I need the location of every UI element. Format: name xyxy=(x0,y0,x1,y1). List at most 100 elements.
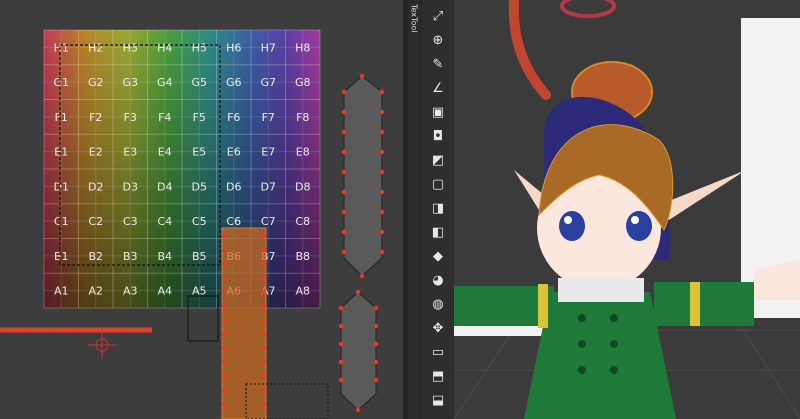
flat-cube-icon[interactable]: ⬒ xyxy=(428,366,448,386)
sphere-icon[interactable]: ◍ xyxy=(428,294,448,314)
uv-vertex[interactable] xyxy=(379,149,385,155)
uv-vertex[interactable] xyxy=(261,289,267,295)
cube-inset-icon[interactable]: ◘ xyxy=(428,126,448,146)
uv-vertex[interactable] xyxy=(379,229,385,235)
uv-vertex[interactable] xyxy=(221,359,227,365)
uv-vertex[interactable] xyxy=(341,229,347,235)
uv-vertex[interactable] xyxy=(25,327,31,333)
cube-outline-icon[interactable]: ▭ xyxy=(428,342,448,362)
uv-vertex[interactable] xyxy=(373,359,379,365)
uv-vertex[interactable] xyxy=(261,317,267,323)
cube-side-icon[interactable]: ◨ xyxy=(428,198,448,218)
uv-vertex[interactable] xyxy=(261,303,267,309)
uv-vertex[interactable] xyxy=(37,327,43,333)
uv-vertex[interactable] xyxy=(261,261,267,267)
open-box-icon[interactable]: ⬓ xyxy=(428,390,448,410)
uv-vertex[interactable] xyxy=(341,109,347,115)
uv-vertex[interactable] xyxy=(261,275,267,281)
uv-vertex[interactable] xyxy=(109,327,115,333)
uv-vertex[interactable] xyxy=(221,233,227,239)
uv-vertex[interactable] xyxy=(359,273,365,279)
uv-vertex[interactable] xyxy=(341,89,347,95)
uv-vertex[interactable] xyxy=(373,323,379,329)
uv-vertex[interactable] xyxy=(341,149,347,155)
uv-vertex[interactable] xyxy=(261,373,267,379)
cube-cut-icon[interactable]: ◩ xyxy=(428,150,448,170)
uv-canvas[interactable]: H1 H2 H3 H4 H5 H6 H7 H8 G1 G2 G3 G4 G5 G6 G7 G8 F1 F2 F3 F4… xyxy=(0,0,403,419)
color-wheel-icon[interactable]: ◕ xyxy=(428,270,448,290)
uv-grid-cell-label: E8 xyxy=(296,146,310,159)
uv-vertex[interactable] xyxy=(341,209,347,215)
uv-vertex[interactable] xyxy=(261,233,267,239)
angle-icon[interactable]: ∠ xyxy=(428,78,448,98)
uv-vertex[interactable] xyxy=(85,327,91,333)
uv-vertex[interactable] xyxy=(221,373,227,379)
move-view-icon[interactable]: ⊕ xyxy=(428,30,448,50)
uv-vertex[interactable] xyxy=(221,387,227,393)
uv-vertex[interactable] xyxy=(221,289,227,295)
uv-vertex[interactable] xyxy=(341,169,347,175)
uv-grid-cell-label: D1 xyxy=(54,180,69,193)
uv-grid-cell-label: G2 xyxy=(88,76,104,89)
viewport-canvas[interactable] xyxy=(454,0,800,419)
cube-front-icon[interactable]: ▢ xyxy=(428,174,448,194)
uv-grid-cell-label: H2 xyxy=(88,41,103,54)
uv-vertex[interactable] xyxy=(221,331,227,337)
uv-vertex[interactable] xyxy=(338,359,344,365)
vertex-snap-icon[interactable]: ◆ xyxy=(428,246,448,266)
uv-vertex[interactable] xyxy=(341,129,347,135)
cube-icon[interactable]: ▣ xyxy=(428,102,448,122)
uv-vertex[interactable] xyxy=(261,345,267,351)
uv-vertex[interactable] xyxy=(221,275,227,281)
uv-vertex[interactable] xyxy=(221,247,227,253)
uv-vertex[interactable] xyxy=(379,109,385,115)
uv-vertex[interactable] xyxy=(338,305,344,311)
uv-vertex[interactable] xyxy=(221,401,227,407)
uv-vertex[interactable] xyxy=(73,327,79,333)
uv-vertex[interactable] xyxy=(261,387,267,393)
uv-vertex[interactable] xyxy=(373,377,379,383)
uv-vertex[interactable] xyxy=(261,401,267,407)
uv-vertex[interactable] xyxy=(49,327,55,333)
maximize-icon[interactable]: ⤢ xyxy=(428,6,448,26)
uv-vertex[interactable] xyxy=(261,359,267,365)
uv-vertex[interactable] xyxy=(379,189,385,195)
uv-vertex[interactable] xyxy=(373,305,379,311)
uv-vertex[interactable] xyxy=(379,129,385,135)
uv-vertex[interactable] xyxy=(338,377,344,383)
uv-vertex[interactable] xyxy=(133,327,139,333)
cube-half-icon[interactable]: ◧ xyxy=(428,222,448,242)
uv-vertex[interactable] xyxy=(1,327,7,333)
uv-vertex[interactable] xyxy=(338,323,344,329)
uv-vertex[interactable] xyxy=(145,327,151,333)
3d-viewport[interactable] xyxy=(454,0,800,419)
uv-vertex[interactable] xyxy=(379,209,385,215)
uv-vertex[interactable] xyxy=(341,249,347,255)
uv-vertex[interactable] xyxy=(338,341,344,347)
uv-vertex[interactable] xyxy=(379,169,385,175)
move-arrows-icon[interactable]: ✥ xyxy=(428,318,448,338)
right-arm xyxy=(654,282,754,326)
uv-vertex[interactable] xyxy=(379,89,385,95)
uv-vertex[interactable] xyxy=(261,331,267,337)
uv-vertex[interactable] xyxy=(379,249,385,255)
pencil-icon[interactable]: ✎ xyxy=(428,54,448,74)
uv-vertex[interactable] xyxy=(373,341,379,347)
uv-vertex[interactable] xyxy=(359,73,365,79)
uv-vertex[interactable] xyxy=(341,189,347,195)
uv-vertex[interactable] xyxy=(61,327,67,333)
uv-vertex[interactable] xyxy=(261,247,267,253)
uv-vertex[interactable] xyxy=(13,327,19,333)
uv-vertex[interactable] xyxy=(97,327,103,333)
uv-grid-cell-label: B3 xyxy=(123,250,138,263)
uv-vertex[interactable] xyxy=(221,303,227,309)
uv-vertex[interactable] xyxy=(355,289,361,295)
uv-cursor-icon xyxy=(88,331,116,359)
uv-vertex[interactable] xyxy=(355,407,361,413)
uv-editor-panel[interactable]: H1 H2 H3 H4 H5 H6 H7 H8 G1 G2 G3 G4 G5 G6 G7 G8 F1 F2 F3 F4… xyxy=(0,0,403,419)
uv-vertex[interactable] xyxy=(121,327,127,333)
uv-grid-cell-label: D5 xyxy=(192,180,207,193)
uv-vertex[interactable] xyxy=(221,317,227,323)
uv-vertex[interactable] xyxy=(221,261,227,267)
uv-vertex[interactable] xyxy=(221,345,227,351)
